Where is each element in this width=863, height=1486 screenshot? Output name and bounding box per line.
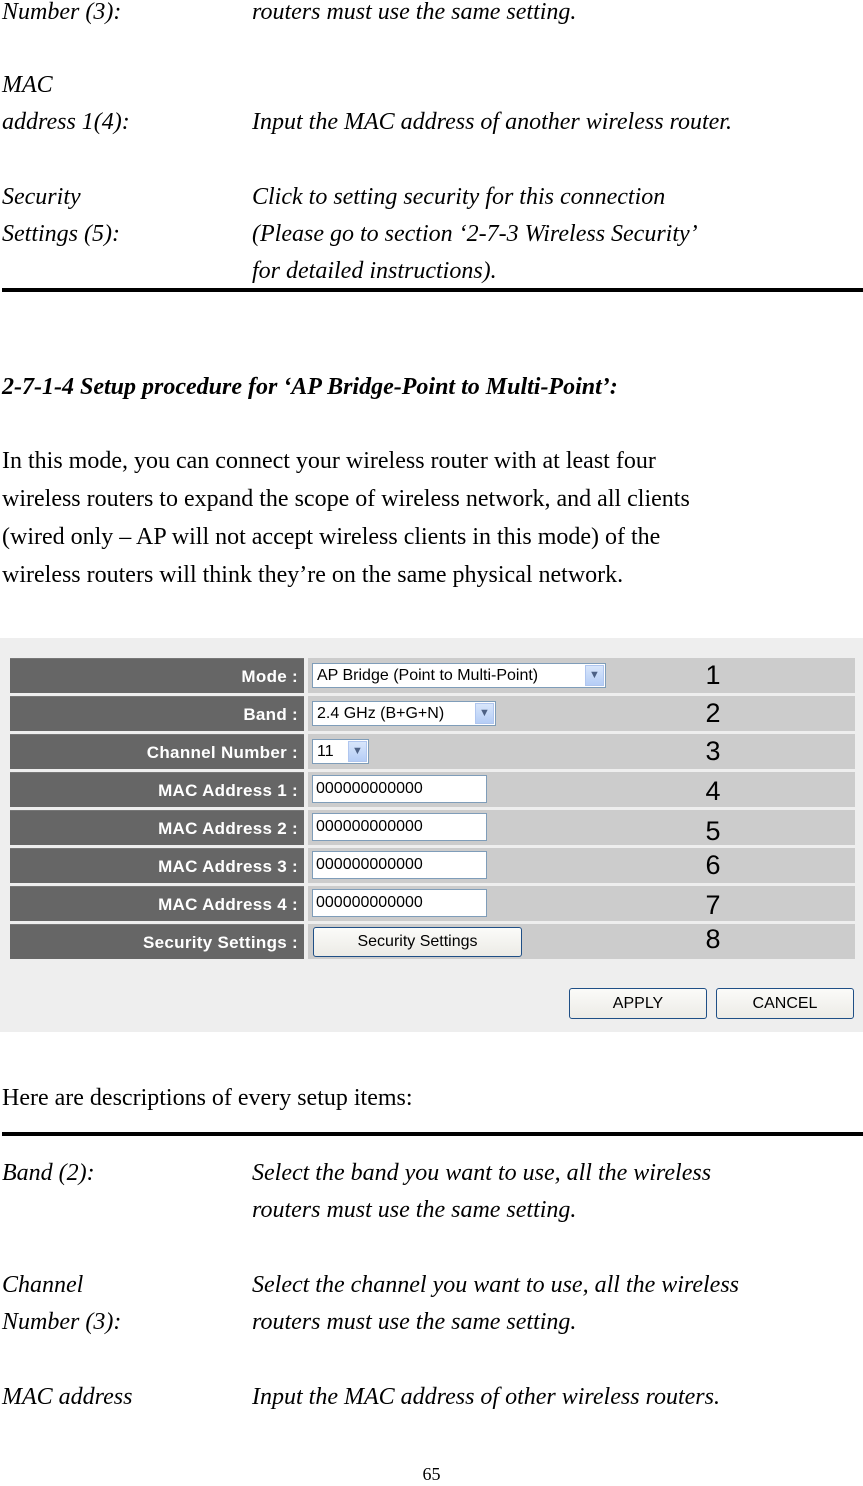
desc-term-line: address 1(4): <box>2 109 130 135</box>
desc-item-security-settings: Security Settings (5): Click to setting … <box>2 179 862 290</box>
desc-text: Select the band you want to use, all the… <box>252 1155 862 1229</box>
mac-address-3-input[interactable]: 000000000000 <box>312 851 487 879</box>
channel-number-value-cell: 11 ▼ <box>308 734 855 769</box>
mac-address-1-value-cell: 000000000000 <box>308 772 855 807</box>
desc-term-line: Channel <box>2 1272 84 1298</box>
section-paragraph: In this mode, you can connect your wirel… <box>2 442 863 594</box>
paragraph-line: wireless routers will think they’re on t… <box>2 562 624 588</box>
desc-term: Number (3): <box>2 0 122 25</box>
chevron-down-icon[interactable]: ▼ <box>475 703 494 724</box>
desc-term: MAC address 1(4): <box>2 67 130 141</box>
paragraph-line: (wired only – AP will not accept wireles… <box>2 524 661 550</box>
security-settings-label: Security Settings : <box>10 924 304 959</box>
form-row-mac-address-2: MAC Address 2 : 000000000000 5 <box>10 810 855 846</box>
desc-term-line: Band (2): <box>2 1160 95 1186</box>
mode-label: Mode : <box>10 658 304 693</box>
mac-address-4-value-cell: 000000000000 <box>308 886 855 921</box>
table-bottom-rule <box>2 288 863 292</box>
desc-item-band: Band (2): Select the band you want to us… <box>2 1155 862 1229</box>
desc-text: Input the MAC address of other wireless … <box>252 1384 720 1410</box>
desc-line: Input the MAC address of another wireles… <box>252 109 732 135</box>
router-config-panel: Mode : AP Bridge (Point to Multi-Point) … <box>0 638 863 1032</box>
band-value-cell: 2.4 GHz (B+G+N) ▼ <box>308 696 855 731</box>
desc-text: Input the MAC address of another wireles… <box>252 67 862 141</box>
form-row-mode: Mode : AP Bridge (Point to Multi-Point) … <box>10 658 855 693</box>
desc-term: Channel Number (3): <box>2 1267 121 1341</box>
desc-item-channel-number-cont: Number (3): routers must use the same se… <box>2 0 862 31</box>
callout-number: 4 <box>705 776 721 806</box>
desc-item-mac-address: MAC address Input the MAC address of oth… <box>2 1379 862 1416</box>
mac-address-2-value-cell: 000000000000 <box>308 810 855 845</box>
desc-item-mac-address-1: MAC address 1(4): Input the MAC address … <box>2 67 862 141</box>
table-top-rule <box>2 1132 863 1136</box>
band-select-value: 2.4 GHz (B+G+N) <box>317 705 445 722</box>
mode-select[interactable]: AP Bridge (Point to Multi-Point) ▼ <box>312 663 606 688</box>
desc-term: Band (2): <box>2 1155 95 1192</box>
callout-number: 3 <box>705 736 721 766</box>
section-heading: 2-7-1-4 Setup procedure for ‘AP Bridge-P… <box>2 374 618 400</box>
form-row-channel-number: Channel Number : 11 ▼ 3 <box>10 734 855 769</box>
callout-number: 6 <box>705 850 721 880</box>
security-settings-button[interactable]: Security Settings <box>313 927 522 957</box>
descriptions-intro: Here are descriptions of every setup ite… <box>2 1085 413 1111</box>
desc-line: Click to setting security for this conne… <box>252 184 666 210</box>
mac-address-2-input[interactable]: 000000000000 <box>312 813 487 841</box>
callout-number: 5 <box>705 816 721 846</box>
desc-term: Security Settings (5): <box>2 179 120 253</box>
desc-text: Click to setting security for this conne… <box>252 179 862 290</box>
band-select[interactable]: 2.4 GHz (B+G+N) ▼ <box>312 701 496 726</box>
form-row-mac-address-4: MAC Address 4 : 000000000000 7 <box>10 886 855 921</box>
chevron-down-icon[interactable]: ▼ <box>585 665 604 686</box>
security-settings-value-cell: Security Settings <box>308 924 855 959</box>
form-row-mac-address-1: MAC Address 1 : 000000000000 4 <box>10 772 855 807</box>
channel-number-select[interactable]: 11 ▼ <box>312 739 369 764</box>
form-row-mac-address-3: MAC Address 3 : 000000000000 6 <box>10 848 855 883</box>
desc-term-line: Number (3): <box>2 1309 122 1335</box>
page-number: 65 <box>422 1464 441 1484</box>
desc-text: Select the channel you want to use, all … <box>252 1267 862 1341</box>
desc-term-line: MAC <box>2 72 53 98</box>
desc-term: MAC address <box>2 1384 133 1410</box>
band-label: Band : <box>10 696 304 731</box>
desc-line: routers must use the same setting. <box>252 1309 577 1335</box>
chevron-down-icon[interactable]: ▼ <box>348 741 367 762</box>
mac-address-1-label: MAC Address 1 : <box>10 772 304 807</box>
desc-term-line: Security <box>2 184 81 210</box>
desc-line: routers must use the same setting. <box>252 1197 577 1223</box>
desc-line: (Please go to section ‘2-7-3 Wireless Se… <box>252 221 698 247</box>
desc-line: for detailed instructions). <box>252 258 497 284</box>
channel-number-select-value: 11 <box>317 743 334 760</box>
form-row-security-settings: Security Settings : Security Settings 8 <box>10 924 855 959</box>
mode-select-value: AP Bridge (Point to Multi-Point) <box>317 667 539 684</box>
desc-line: Select the band you want to use, all the… <box>252 1160 712 1186</box>
callout-number: 1 <box>705 660 721 690</box>
mac-address-4-label: MAC Address 4 : <box>10 886 304 921</box>
cancel-button[interactable]: CANCEL <box>716 988 854 1019</box>
mac-address-1-input[interactable]: 000000000000 <box>312 775 487 803</box>
desc-line <box>252 67 862 104</box>
mode-value-cell: AP Bridge (Point to Multi-Point) ▼ <box>308 658 855 693</box>
form-row-band: Band : 2.4 GHz (B+G+N) ▼ 2 <box>10 696 855 731</box>
callout-number: 8 <box>705 924 721 954</box>
mac-address-3-label: MAC Address 3 : <box>10 848 304 883</box>
apply-button[interactable]: APPLY <box>569 988 707 1019</box>
callout-number: 2 <box>705 698 721 728</box>
desc-item-channel-number: Channel Number (3): Select the channel y… <box>2 1267 862 1341</box>
desc-term-line: Settings (5): <box>2 221 120 247</box>
mac-address-4-input[interactable]: 000000000000 <box>312 889 487 917</box>
desc-text: routers must use the same setting. <box>252 0 577 25</box>
paragraph-line: In this mode, you can connect your wirel… <box>2 448 656 474</box>
mac-address-2-label: MAC Address 2 : <box>10 810 304 845</box>
channel-number-label: Channel Number : <box>10 734 304 769</box>
mac-address-3-value-cell: 000000000000 <box>308 848 855 883</box>
desc-line: Select the channel you want to use, all … <box>252 1272 740 1298</box>
callout-number: 7 <box>705 890 721 920</box>
paragraph-line: wireless routers to expand the scope of … <box>2 486 690 512</box>
